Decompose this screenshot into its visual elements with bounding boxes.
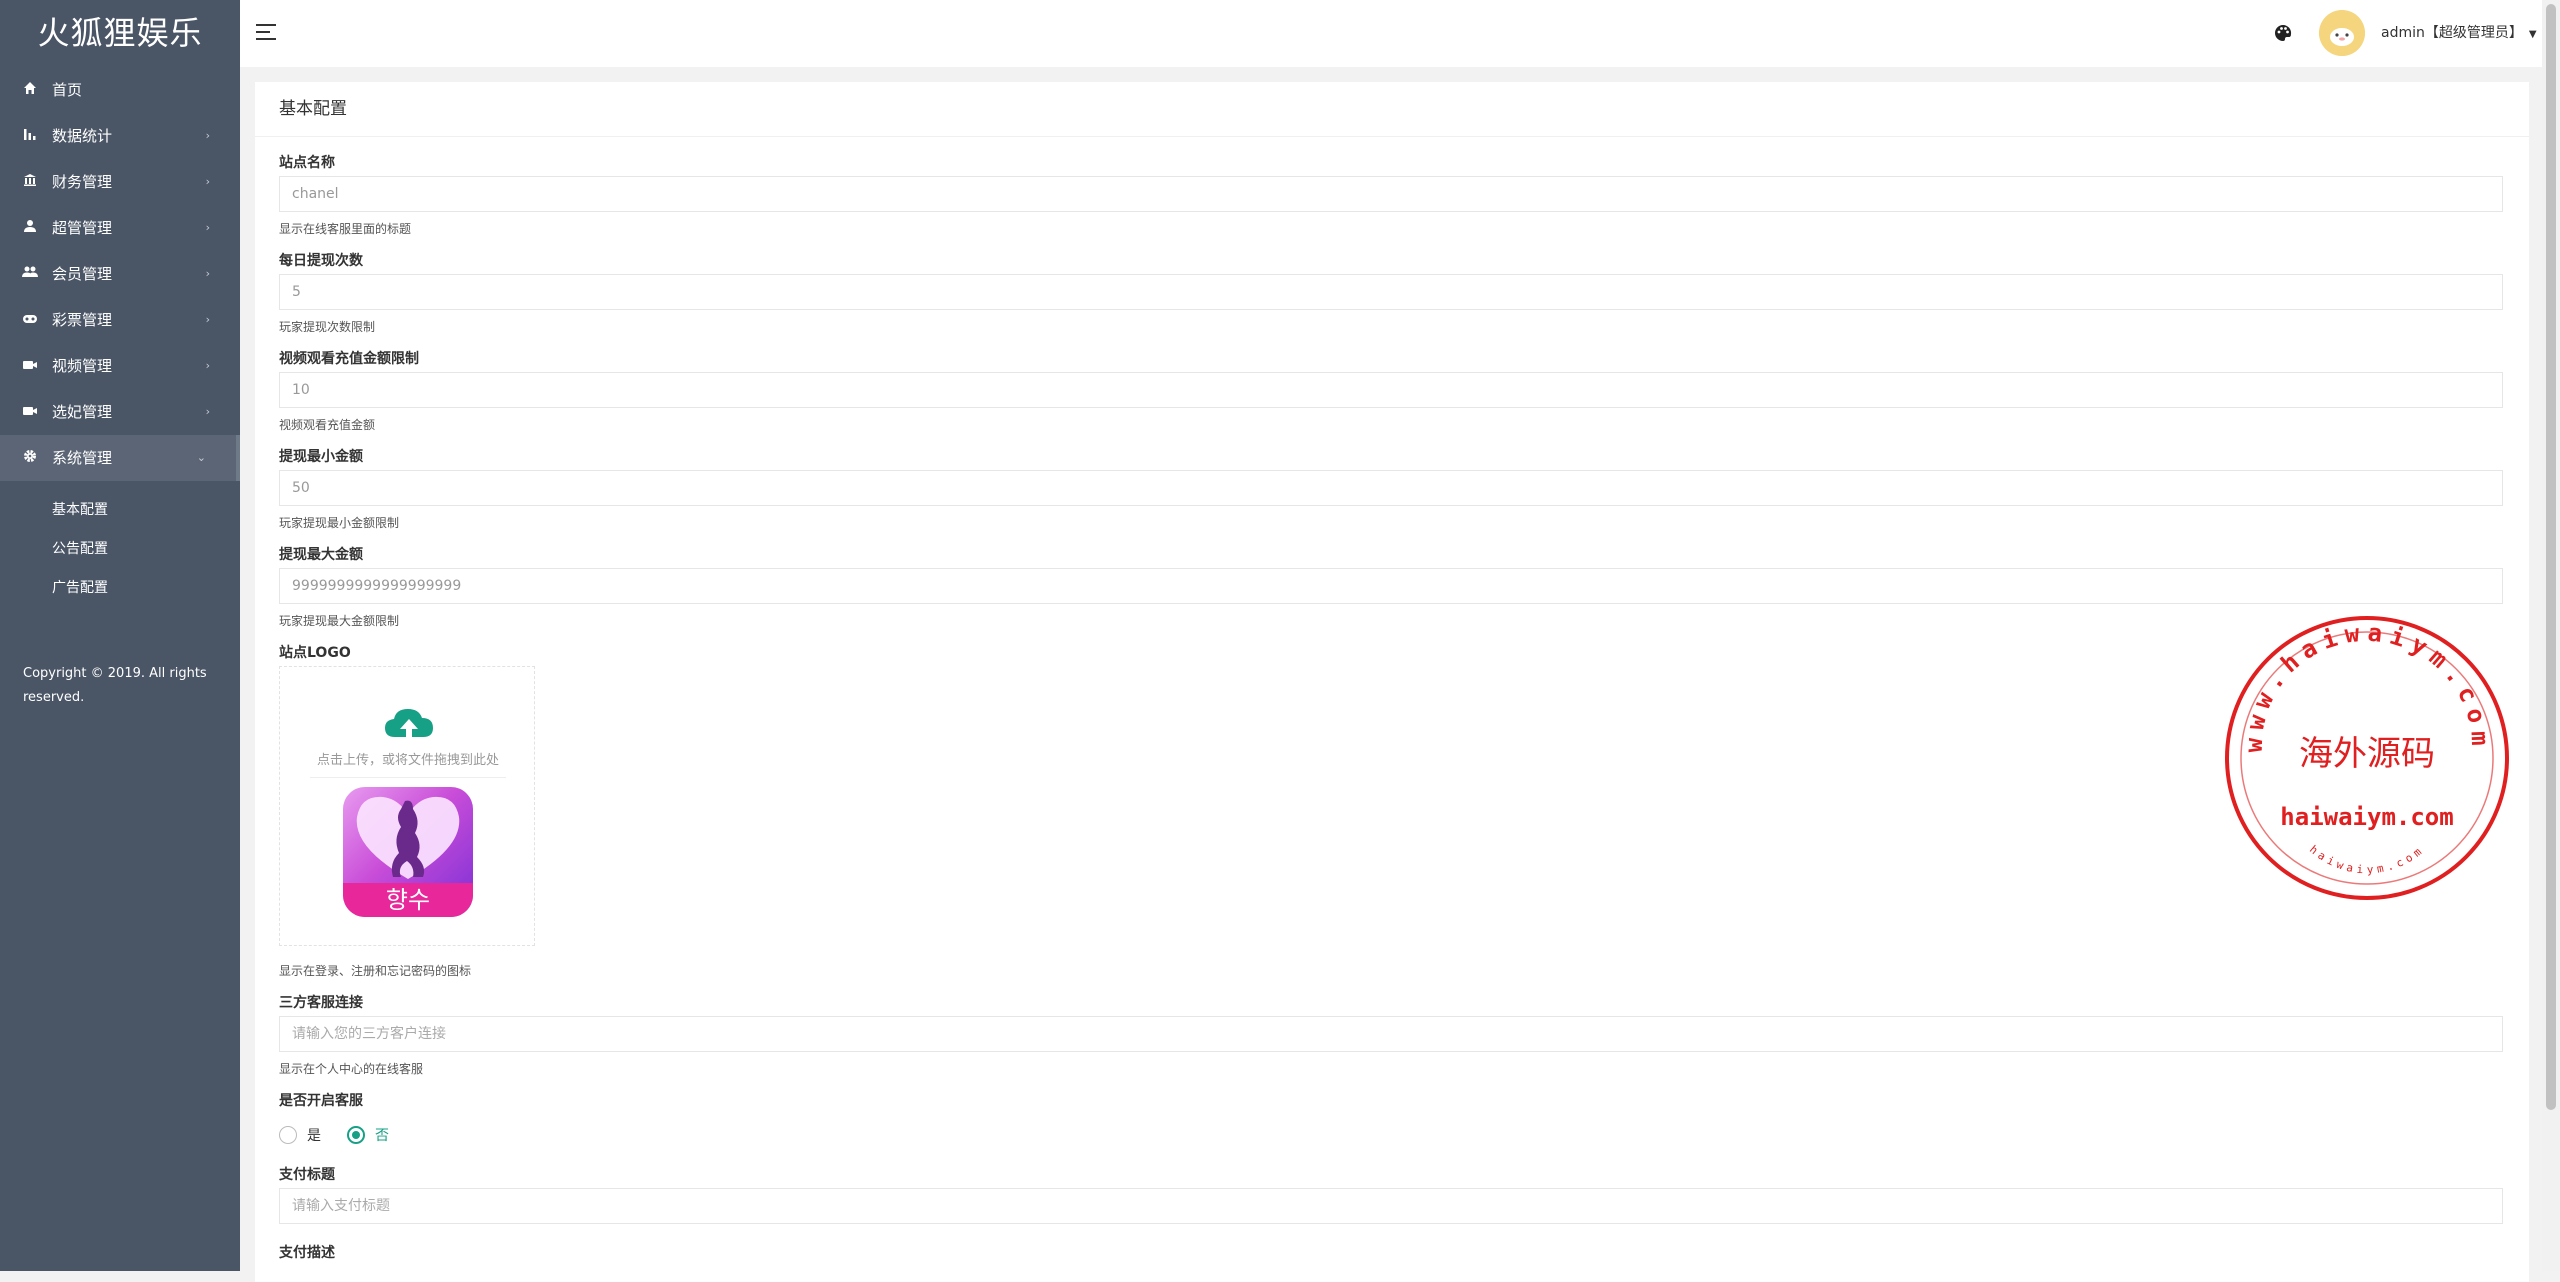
sidebar-item-label: 选妃管理 <box>52 403 113 421</box>
sidebar-subitem-notice-config[interactable]: 公告配置 <box>0 530 240 569</box>
sidebar-item-label: 彩票管理 <box>52 311 113 329</box>
upload-cloud-icon <box>385 709 433 741</box>
sidebar-item-label: 系统管理 <box>52 449 113 467</box>
third-party-label: 三方客服连接 <box>279 995 363 1011</box>
chevron-right-icon: › <box>205 267 210 280</box>
avatar[interactable] <box>2319 10 2365 56</box>
gamepad-icon <box>21 297 39 343</box>
service-no-radio[interactable]: 否 <box>347 1125 389 1145</box>
svg-text:haiwaiym.com: haiwaiym.com <box>2307 843 2427 877</box>
chevron-right-icon: › <box>205 175 210 188</box>
user-name-label: admin【超级管理员】 <box>2381 25 2523 41</box>
daily-withdraw-help: 玩家提现次数限制 <box>279 320 376 334</box>
sidebar-item-system[interactable]: 系统管理 ⌄ <box>0 435 240 481</box>
brand-title[interactable]: 火狐狸娱乐 <box>0 0 240 67</box>
pay-title-label: 支付标题 <box>279 1167 335 1183</box>
user-icon <box>21 205 39 251</box>
logo-caption: 향수 <box>343 883 473 917</box>
sidebar-item-members[interactable]: 会员管理 › <box>0 251 240 297</box>
page-scrollbar[interactable] <box>2542 0 2560 1271</box>
sidebar-item-label: 会员管理 <box>52 265 113 283</box>
chevron-right-icon: › <box>205 405 210 418</box>
min-withdraw-input[interactable] <box>279 470 2503 506</box>
sidebar: 火狐狸娱乐 首页 数据统计 › 财务管理 › 超管管理 › 会员管理 › 彩票管… <box>0 0 240 1271</box>
service-yes-label: 是 <box>307 1128 321 1144</box>
radio-checked-icon <box>347 1126 365 1144</box>
sidebar-subitem-basic-config[interactable]: 基本配置 <box>0 491 240 530</box>
video-recharge-help: 视频观看充值金额 <box>279 418 376 432</box>
page-title: 基本配置 <box>255 82 2529 137</box>
chevron-right-icon: › <box>205 313 210 326</box>
chevron-right-icon: › <box>205 359 210 372</box>
video-recharge-label: 视频观看充值金额限制 <box>279 351 419 367</box>
sidebar-item-admin[interactable]: 超管管理 › <box>0 205 240 251</box>
video-recharge-input[interactable] <box>279 372 2503 408</box>
pay-desc-label: 支付描述 <box>279 1245 335 1261</box>
site-name-input[interactable] <box>279 176 2503 212</box>
max-withdraw-label: 提现最大金额 <box>279 547 363 563</box>
sidebar-subitem-ad-config[interactable]: 广告配置 <box>0 569 240 608</box>
sidebar-item-lottery[interactable]: 彩票管理 › <box>0 297 240 343</box>
video-icon <box>21 343 39 389</box>
sidebar-item-label: 超管管理 <box>52 219 113 237</box>
stamp-domain-text: haiwaiym.com <box>2280 803 2453 831</box>
user-menu[interactable]: admin【超级管理员】 ▼ <box>2381 22 2537 42</box>
min-withdraw-help: 玩家提现最小金额限制 <box>279 516 400 530</box>
site-logo-help: 显示在登录、注册和忘记密码的图标 <box>279 964 472 978</box>
chevron-right-icon: › <box>205 129 210 142</box>
stamp-ring-text: www.haiwaiym.com <box>2240 619 2488 753</box>
service-yes-radio[interactable]: 是 <box>279 1125 321 1145</box>
sidebar-item-finance[interactable]: 财务管理 › <box>0 159 240 205</box>
service-toggle-label: 是否开启客服 <box>279 1093 363 1109</box>
config-card: 基本配置 站点名称 显示在线客服里面的标题 每日提现次数 玩家提现次数限制 视频… <box>255 82 2529 1282</box>
stamp-bottom-text: haiwaiym.com <box>2307 843 2423 877</box>
palette-icon[interactable] <box>2273 23 2293 43</box>
sidebar-item-statistics[interactable]: 数据统计 › <box>0 113 240 159</box>
sidebar-item-label: 财务管理 <box>52 173 113 191</box>
chevron-down-icon: ⌄ <box>196 451 206 464</box>
sidebar-item-home[interactable]: 首页 <box>0 67 240 113</box>
site-logo-label: 站点LOGO <box>279 645 351 661</box>
daily-withdraw-label: 每日提现次数 <box>279 253 363 269</box>
bar-chart-icon <box>21 113 39 159</box>
sidebar-item-label: 视频管理 <box>52 357 113 375</box>
logo-upload-area[interactable]: 点击上传，或将文件拖拽到此处 향수 <box>279 666 535 946</box>
bank-icon <box>21 159 39 205</box>
menu-toggle-icon[interactable] <box>256 24 276 40</box>
top-header: admin【超级管理员】 ▼ <box>240 0 2542 67</box>
pay-title-input[interactable] <box>279 1188 2503 1224</box>
home-icon <box>21 67 39 113</box>
site-logo-image: 향수 <box>343 787 473 917</box>
service-no-label: 否 <box>375 1128 389 1144</box>
stamp-center-text: 海外源码 <box>2299 734 2435 774</box>
svg-text:www.haiwaiym.com: www.haiwaiym.com <box>2240 619 2495 753</box>
site-name-label: 站点名称 <box>279 155 335 171</box>
sidebar-item-concubine[interactable]: 选妃管理 › <box>0 389 240 435</box>
sidebar-item-label: 首页 <box>52 81 83 99</box>
watermark-stamp: www.haiwaiym.com 海外源码 haiwaiym.com haiwa… <box>2225 616 2509 900</box>
radio-circle-icon <box>279 1126 297 1144</box>
scrollbar-thumb[interactable] <box>2546 4 2556 1110</box>
video-icon <box>21 389 39 435</box>
users-icon <box>21 251 39 297</box>
third-party-help: 显示在个人中心的在线客服 <box>279 1062 424 1076</box>
upload-hint: 点击上传，或将文件拖拽到此处 <box>316 753 499 768</box>
daily-withdraw-input[interactable] <box>279 274 2503 310</box>
min-withdraw-label: 提现最小金额 <box>279 449 363 465</box>
copyright-text: Copyright © 2019. All rights reserved. <box>23 666 207 705</box>
chevron-right-icon: › <box>205 221 210 234</box>
gear-icon <box>21 435 39 481</box>
site-name-help: 显示在线客服里面的标题 <box>279 222 412 236</box>
max-withdraw-input[interactable] <box>279 568 2503 604</box>
third-party-input[interactable] <box>279 1016 2503 1052</box>
max-withdraw-help: 玩家提现最大金额限制 <box>279 614 400 628</box>
sidebar-item-videos[interactable]: 视频管理 › <box>0 343 240 389</box>
sidebar-item-label: 数据统计 <box>52 127 113 145</box>
caret-down-icon: ▼ <box>2528 29 2537 40</box>
